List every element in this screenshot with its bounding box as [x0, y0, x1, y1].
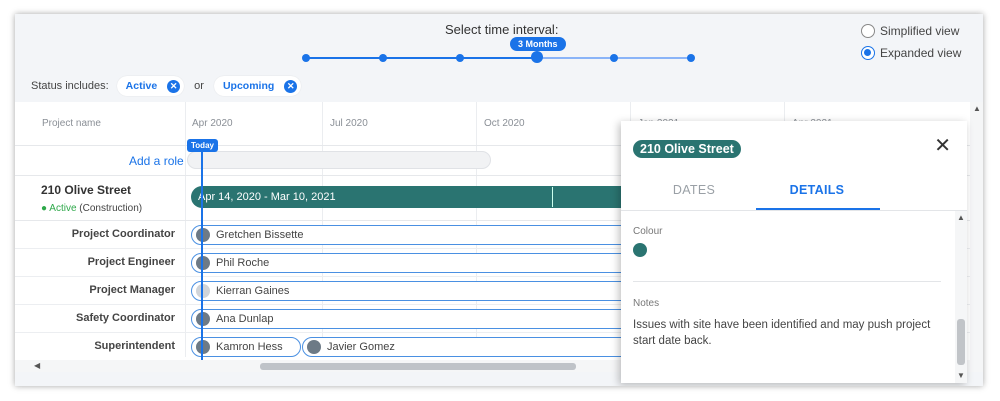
assignee-name: Ana Dunlap: [216, 313, 274, 325]
project-name[interactable]: 210 Olive Street: [41, 183, 131, 197]
simplified-view-radio[interactable]: [861, 24, 875, 38]
slider-stop[interactable]: [302, 54, 310, 62]
panel-scroll-thumb[interactable]: [957, 319, 965, 365]
scroll-left-icon[interactable]: ◀: [34, 361, 40, 370]
slider-stop[interactable]: [610, 54, 618, 62]
expanded-view-label: Expanded view: [880, 46, 962, 60]
role-label: Safety Coordinator: [75, 312, 175, 324]
role-label: Project Engineer: [87, 256, 175, 268]
add-role-link[interactable]: Add a role: [129, 154, 184, 168]
avatar: [307, 340, 321, 354]
bar-marker: [552, 187, 553, 207]
avatar: [196, 228, 210, 242]
assignment-bar[interactable]: Kamron Hess: [191, 337, 301, 357]
status-chip-label: Upcoming: [222, 80, 275, 92]
assignee-name: Kamron Hess: [216, 341, 283, 353]
assignee-name: Gretchen Bissette: [216, 229, 304, 241]
today-marker-line: [201, 146, 203, 372]
assignment-bar[interactable]: Kierran Gaines: [191, 281, 641, 301]
assignment-bar[interactable]: Ana Dunlap: [191, 309, 641, 329]
assignment-bar[interactable]: Javier Gomez: [302, 337, 641, 357]
panel-scrollbar[interactable]: ▲ ▼: [955, 211, 967, 383]
avatar: [196, 256, 210, 270]
panel-project-title: 210 Olive Street: [633, 140, 741, 158]
status-chip-active[interactable]: Active ✕: [116, 76, 185, 96]
avatar: [196, 284, 210, 298]
status-chip-label: Active: [125, 80, 158, 92]
slider-stop[interactable]: [379, 54, 387, 62]
add-role-placeholder-bar[interactable]: [187, 151, 491, 169]
role-label: Superintendent: [94, 340, 175, 352]
colour-label: Colour: [633, 226, 663, 237]
project-date-range: Apr 14, 2020 - Mar 10, 2021: [198, 191, 336, 203]
status-filter-label: Status includes:: [31, 80, 109, 92]
project-status: ● Active (Construction): [41, 203, 143, 214]
scroll-up-icon[interactable]: ▲: [957, 213, 965, 222]
close-icon[interactable]: ✕: [934, 136, 951, 156]
notes-text[interactable]: Issues with site have been identified an…: [633, 317, 933, 349]
tab-dates[interactable]: DATES: [633, 183, 755, 197]
month-label: Jul 2020: [330, 118, 368, 129]
close-icon[interactable]: ✕: [284, 79, 298, 93]
slider-handle[interactable]: [531, 51, 543, 63]
time-interval-slider[interactable]: 3 Months: [302, 37, 695, 64]
today-badge: Today: [187, 139, 218, 152]
slider-stop[interactable]: [456, 54, 464, 62]
tab-details[interactable]: DETAILS: [756, 183, 878, 197]
slider-stop[interactable]: [687, 54, 695, 62]
assignee-name: Phil Roche: [216, 257, 270, 269]
assignment-bar[interactable]: Gretchen Bissette: [191, 225, 641, 245]
role-label: Project Coordinator: [71, 228, 175, 240]
details-panel: 210 Olive Street ✕ DATES DETAILS Colour …: [621, 121, 967, 383]
simplified-view-label: Simplified view: [880, 24, 960, 38]
horizontal-scroll-thumb[interactable]: [260, 363, 576, 370]
status-chip-upcoming[interactable]: Upcoming ✕: [213, 76, 302, 96]
assignment-bar[interactable]: Phil Roche: [191, 253, 641, 273]
filter-joiner: or: [194, 80, 204, 92]
scroll-up-icon[interactable]: ▲: [973, 104, 981, 113]
role-label: Project Manager: [89, 284, 175, 296]
project-status-phase: (Construction): [79, 203, 143, 214]
month-label: Apr 2020: [192, 118, 233, 129]
interval-title: Select time interval:: [445, 22, 559, 37]
notes-label: Notes: [633, 298, 660, 309]
avatar: [196, 312, 210, 326]
app-window: Select time interval: 3 Months Simplifie…: [15, 14, 983, 386]
month-label: Oct 2020: [484, 118, 525, 129]
status-filter: Status includes: Active ✕ or Upcoming ✕: [31, 76, 302, 96]
project-timeline-bar[interactable]: Apr 14, 2020 - Mar 10, 2021: [191, 186, 631, 208]
simplified-view-option[interactable]: Simplified view: [861, 24, 959, 38]
assignee-name: Kierran Gaines: [216, 285, 290, 297]
project-status-value: Active: [49, 203, 77, 214]
expanded-view-option[interactable]: Expanded view: [861, 46, 961, 60]
avatar: [196, 340, 210, 354]
section-divider: [633, 281, 941, 282]
colour-swatch[interactable]: [633, 243, 647, 257]
scroll-down-icon[interactable]: ▼: [957, 371, 965, 380]
tab-divider: [621, 210, 967, 211]
close-icon[interactable]: ✕: [167, 79, 181, 93]
assignee-name: Javier Gomez: [327, 341, 395, 353]
vertical-scrollbar[interactable]: ▲: [970, 102, 983, 372]
slider-value-bubble: 3 Months: [510, 37, 566, 51]
project-name-header: Project name: [42, 118, 101, 129]
expanded-view-radio[interactable]: [861, 46, 875, 60]
